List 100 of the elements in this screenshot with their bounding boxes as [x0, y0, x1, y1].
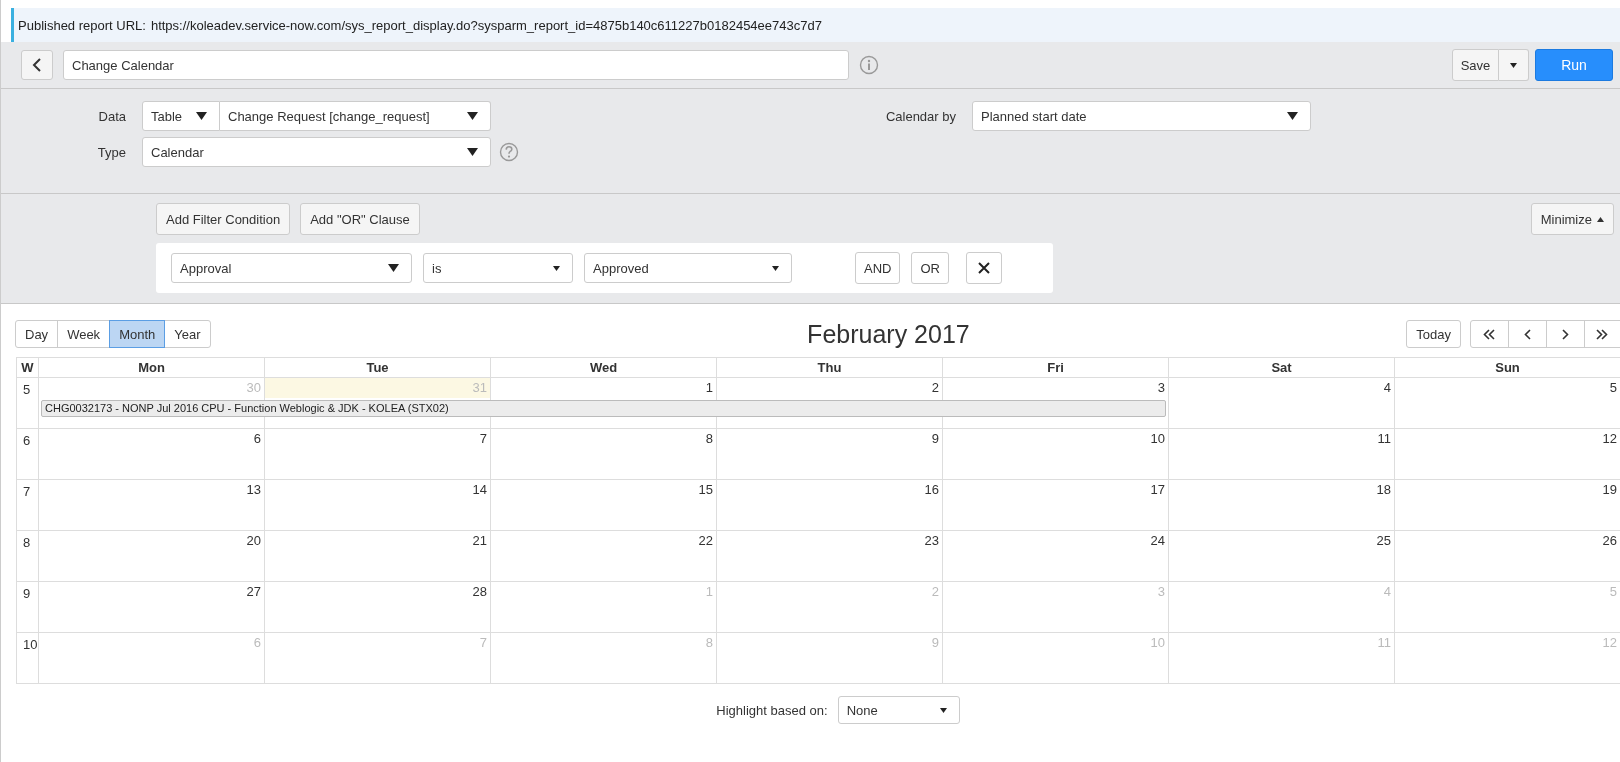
value-select[interactable]: Approved	[584, 253, 792, 283]
day-number: 4	[1383, 380, 1391, 395]
day-cell[interactable]: 4	[1169, 378, 1395, 398]
day-cell[interactable]: 8	[491, 429, 717, 449]
day-cell[interactable]: 23	[717, 531, 943, 551]
day-cell[interactable]: 18	[1169, 480, 1395, 500]
add-or-clause-button[interactable]: Add "OR" Clause	[300, 203, 420, 235]
caret-icon	[1287, 112, 1298, 120]
close-icon	[977, 262, 990, 274]
column-header: Sun	[1395, 357, 1620, 377]
highlight-select[interactable]: None	[837, 696, 960, 724]
event-bar[interactable]: CHG0032173 - NONP Jul 2016 CPU - Function Weblogic & JDK - KOLEA (STX02)	[41, 400, 1166, 417]
chevron-left-icon	[1524, 328, 1531, 340]
day-cell[interactable]: 14	[265, 480, 491, 500]
day-cell[interactable]: 15	[491, 480, 717, 500]
day-number: 3	[1157, 380, 1165, 395]
first-button[interactable]	[1470, 320, 1509, 348]
day-cell[interactable]: 27	[39, 582, 265, 602]
double-chevron-right-icon	[1596, 328, 1609, 340]
or-button[interactable]: OR	[911, 252, 949, 284]
day-cell[interactable]: 6	[39, 429, 265, 449]
day-cell[interactable]: 25	[1169, 531, 1395, 551]
day-cell[interactable]: 16	[717, 480, 943, 500]
data-label: Data	[97, 108, 127, 124]
day-number: 30	[246, 380, 261, 395]
day-cell[interactable]: 28	[265, 582, 491, 602]
day-cell[interactable]: 1	[491, 378, 717, 398]
add-filter-condition-button[interactable]: Add Filter Condition	[156, 203, 291, 235]
table-select[interactable]: Change Request [change_request]	[220, 101, 491, 131]
source-select[interactable]: Table	[142, 101, 220, 131]
caret-icon	[1510, 62, 1517, 68]
day-cell[interactable]: 2	[717, 378, 943, 398]
day-number: 23	[924, 533, 939, 548]
day-cell[interactable]: 19	[1395, 480, 1620, 500]
today-button[interactable]: Today	[1406, 320, 1461, 348]
day-number: 10	[1150, 635, 1165, 650]
minimize-button[interactable]: Minimize	[1530, 203, 1614, 235]
title-field[interactable]: Change Calendar	[63, 50, 849, 80]
day-cell[interactable]: 12	[1395, 429, 1620, 449]
day-number: 22	[698, 533, 713, 548]
day-number: 27	[246, 584, 261, 599]
view-tab[interactable]: Week	[57, 320, 111, 348]
remove-condition-button[interactable]	[965, 252, 1002, 284]
day-number: 5	[1609, 380, 1617, 395]
day-number: 6	[253, 635, 261, 650]
day-cell[interactable]: 21	[265, 531, 491, 551]
day-number: 9	[931, 431, 939, 446]
view-tab[interactable]: Month	[109, 320, 166, 348]
day-cell[interactable]: 26	[1395, 531, 1620, 551]
day-cell[interactable]: 22	[491, 531, 717, 551]
help-icon[interactable]	[499, 142, 519, 162]
day-cell[interactable]: 11	[1169, 429, 1395, 449]
info-icon	[859, 55, 879, 75]
day-cell[interactable]: 24	[943, 531, 1169, 551]
url-text: https://koleadev.service-now.com/sys_report_display.do?sysparm_report_id=4875b140c611227b0182454ee743c7d7	[150, 17, 822, 33]
day-number: 20	[246, 533, 261, 548]
day-cell[interactable]: 5	[1395, 378, 1620, 398]
day-cell[interactable]: 9	[717, 429, 943, 449]
day-cell[interactable]: 3	[943, 378, 1169, 398]
type-select[interactable]: Calendar	[142, 137, 491, 167]
day-number: 4	[1383, 584, 1391, 599]
day-number: 26	[1602, 533, 1617, 548]
next-button[interactable]	[1546, 320, 1585, 348]
view-tab[interactable]: Day	[15, 320, 59, 348]
day-cell[interactable]: 7	[265, 429, 491, 449]
week-number: 5	[17, 378, 39, 428]
day-number: 15	[698, 482, 713, 497]
chevron-left-icon	[32, 58, 42, 72]
week-number: 7	[17, 480, 39, 530]
day-number: 25	[1376, 533, 1391, 548]
day-number: 19	[1602, 482, 1617, 497]
day-number: 2	[931, 584, 939, 599]
day-number: 2	[931, 380, 939, 395]
previous-button[interactable]	[1508, 320, 1547, 348]
day-number: 14	[472, 482, 487, 497]
day-cell[interactable]: 20	[39, 531, 265, 551]
calendar-by-select[interactable]: Planned start date	[972, 101, 1311, 131]
day-cell[interactable]: 17	[943, 480, 1169, 500]
field-select[interactable]: Approval	[171, 253, 412, 283]
day-number: 1	[705, 380, 713, 395]
day-cell[interactable]: 10	[943, 429, 1169, 449]
day-number: 28	[472, 584, 487, 599]
day-number: 8	[705, 431, 713, 446]
caret-icon	[772, 265, 779, 271]
last-button[interactable]	[1584, 320, 1620, 348]
day-number: 13	[246, 482, 261, 497]
caret-icon	[467, 112, 478, 120]
day-number: 1	[705, 584, 713, 599]
view-tab[interactable]: Year	[164, 320, 211, 348]
day-number: 31	[472, 380, 487, 395]
caret-up-icon	[1597, 216, 1604, 222]
caret-icon	[467, 148, 478, 156]
day-number: 7	[479, 431, 487, 446]
day-cell[interactable]: 13	[39, 480, 265, 500]
operator-select[interactable]: is	[423, 253, 573, 283]
and-button[interactable]: AND	[855, 252, 901, 284]
day-number: 11	[1377, 431, 1391, 446]
save-button[interactable]: Save	[1452, 49, 1499, 81]
back-button[interactable]	[21, 50, 53, 80]
column-header: W	[17, 357, 39, 377]
